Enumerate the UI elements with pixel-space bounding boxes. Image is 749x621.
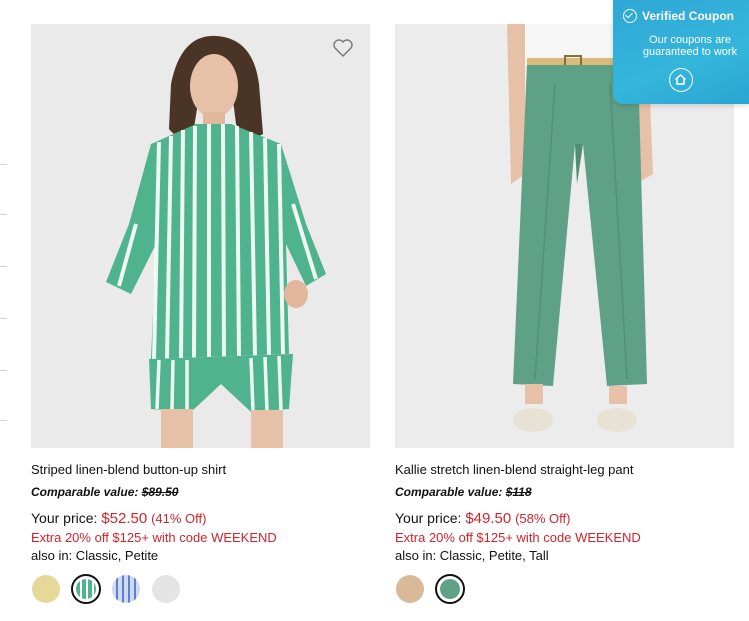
product-name[interactable]: Kallie stretch linen-blend straight-leg … [395, 462, 734, 478]
coupon-title: Verified Coupon [642, 9, 735, 23]
swatch-blue-stripe[interactable] [111, 574, 141, 604]
heart-icon[interactable] [332, 38, 354, 58]
check-circle-icon [623, 9, 637, 23]
your-price-label: Your price: [31, 510, 98, 526]
product-image-shirt[interactable] [31, 24, 370, 448]
comparable-price: $118 [505, 485, 532, 499]
home-icon[interactable] [669, 68, 693, 92]
coupon-header: Verified Coupon [623, 9, 734, 23]
also-in-fits: also in: Classic, Petite, Tall [395, 548, 549, 563]
swatch-green-stripe[interactable] [71, 574, 101, 604]
sale-price: $52.50 [101, 510, 148, 527]
color-swatches [31, 574, 370, 604]
coupon-subtitle: Our coupons are guaranteed to work [642, 34, 738, 58]
comparable-value: Comparable value: $118 [395, 485, 734, 499]
left-edge-ticks [0, 0, 8, 621]
sale-price: $49.50 [465, 510, 512, 527]
verified-coupon-badge[interactable]: Verified Coupon Our coupons are guarante… [613, 0, 749, 104]
promo-text: Extra 20% off $125+ with code WEEKEND [395, 530, 641, 545]
comparable-price: $89.50 [141, 485, 179, 499]
comparable-label: Comparable value: [31, 485, 139, 499]
swatch-tan[interactable] [395, 574, 425, 604]
product-name[interactable]: Striped linen-blend button-up shirt [31, 462, 370, 478]
your-price: Your price: $52.50 (41% Off) [31, 509, 370, 528]
comparable-value: Comparable value: $89.50 [31, 485, 370, 499]
your-price-label: Your price: [395, 510, 462, 526]
your-price: Your price: $49.50 (58% Off) [395, 509, 734, 528]
promo-text: Extra 20% off $125+ with code WEEKEND [31, 530, 277, 545]
swatch-light-gray[interactable] [151, 574, 181, 604]
product-card-shirt[interactable]: Striped linen-blend button-up shirt Comp… [31, 24, 370, 604]
swatch-sage-green[interactable] [435, 574, 465, 604]
comparable-label: Comparable value: [395, 485, 503, 499]
swatch-sand-yellow[interactable] [31, 574, 61, 604]
product-card-pant[interactable]: Kallie stretch linen-blend straight-leg … [395, 24, 734, 604]
discount-percent: (41% Off) [151, 511, 207, 526]
also-in-fits: also in: Classic, Petite [31, 548, 159, 563]
color-swatches [395, 574, 734, 604]
discount-percent: (58% Off) [515, 511, 571, 526]
